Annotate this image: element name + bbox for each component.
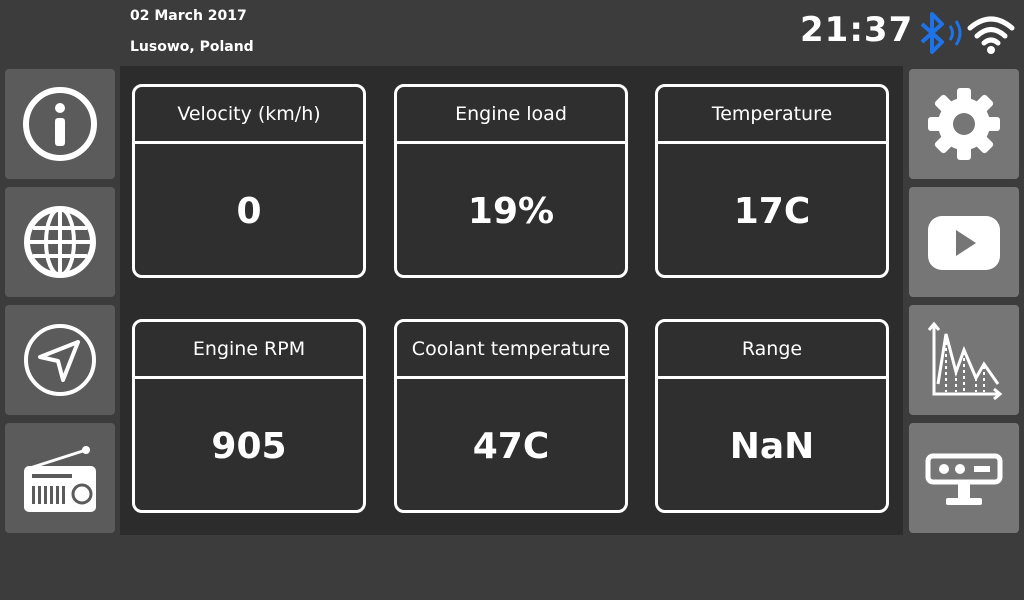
wifi-icon[interactable] [966, 12, 1016, 56]
tile-label: Range [658, 322, 886, 379]
engine-rpm-tile: Engine RPM 905 [132, 319, 366, 513]
tile-value: NaN [729, 425, 815, 467]
coolant-temperature-tile: Coolant temperature 47C [394, 319, 628, 513]
globe-button[interactable] [5, 187, 115, 297]
navigation-icon [24, 324, 96, 396]
tile-label: Velocity (km/h) [135, 87, 363, 144]
tile-value: 19% [467, 190, 555, 232]
tile-value: 905 [211, 425, 287, 467]
navigation-button[interactable] [5, 305, 115, 415]
tile-label: Engine RPM [135, 322, 363, 379]
video-button[interactable] [909, 187, 1019, 297]
date-text: 02 March 2017 [130, 8, 247, 24]
chart-button[interactable] [909, 305, 1019, 415]
video-icon [928, 216, 1000, 270]
location-text: Lusowo, Poland [130, 39, 254, 55]
engine-load-tile: Engine load 19% [394, 84, 628, 278]
tile-label: Engine load [397, 87, 625, 144]
globe-icon [24, 206, 96, 278]
radio-button[interactable] [5, 423, 115, 533]
settings-icon [928, 88, 1000, 160]
tile-label: Coolant temperature [397, 322, 625, 379]
temperature-tile: Temperature 17C [655, 84, 889, 278]
bluetooth-icon[interactable] [912, 8, 966, 58]
camera-button[interactable] [909, 423, 1019, 533]
camera-icon [925, 453, 1003, 505]
velocity-tile: Velocity (km/h) 0 [132, 84, 366, 278]
info-button[interactable] [5, 69, 115, 179]
info-icon [23, 87, 97, 161]
range-tile: Range NaN [655, 319, 889, 513]
dashboard-panel: Velocity (km/h) 0 Engine load 19% Temper… [120, 66, 903, 535]
tile-value: 17C [733, 190, 811, 232]
tile-value: 47C [472, 425, 550, 467]
clock: 21:37 [800, 10, 914, 50]
tile-value: 0 [236, 190, 262, 232]
settings-button[interactable] [909, 69, 1019, 179]
chart-icon [927, 321, 1003, 400]
radio-icon [24, 446, 96, 512]
tile-label: Temperature [658, 87, 886, 144]
